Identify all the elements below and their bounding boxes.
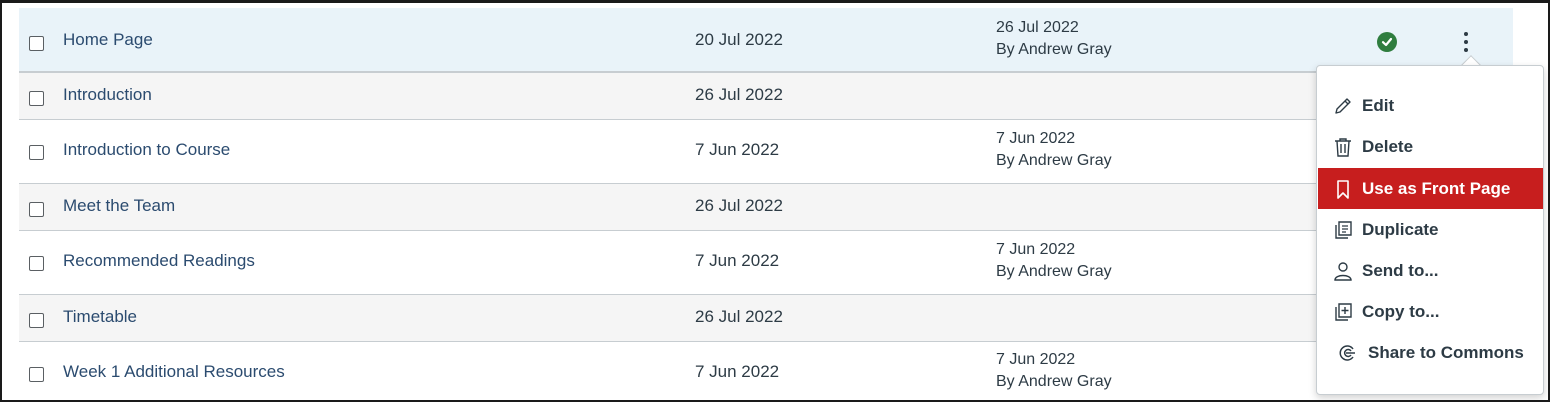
row-checkbox[interactable] bbox=[29, 256, 44, 271]
menu-item-delete[interactable]: Delete bbox=[1318, 126, 1543, 167]
edited-by: By Andrew Gray bbox=[996, 41, 1112, 58]
pencil-icon bbox=[1332, 95, 1354, 117]
edited-by: By Andrew Gray bbox=[996, 152, 1112, 169]
row-checkbox[interactable] bbox=[29, 91, 44, 106]
menu-item-label: Edit bbox=[1362, 96, 1395, 115]
menu-item-share-to-commons[interactable]: Share to Commons bbox=[1318, 332, 1543, 373]
user-icon bbox=[1332, 260, 1354, 282]
created-date: 7 Jun 2022 bbox=[695, 362, 780, 381]
row-checkbox[interactable] bbox=[29, 202, 44, 217]
edited-date: 26 Jul 2022 bbox=[996, 19, 1079, 36]
table-row[interactable]: Timetable 26 Jul 2022 bbox=[19, 295, 1513, 342]
edited-date: 7 Jun 2022 bbox=[996, 241, 1076, 258]
last-edited: 26 Jul 2022 By Andrew Gray bbox=[996, 17, 1112, 61]
row-checkbox[interactable] bbox=[29, 145, 44, 160]
published-check-icon[interactable] bbox=[1377, 32, 1397, 52]
duplicate-icon bbox=[1332, 219, 1354, 241]
edited-date: 7 Jun 2022 bbox=[996, 351, 1076, 368]
row-checkbox[interactable] bbox=[29, 313, 44, 328]
menu-item-label: Delete bbox=[1362, 137, 1414, 156]
created-date: 26 Jul 2022 bbox=[695, 85, 783, 104]
page-title-link[interactable]: Week 1 Additional Resources bbox=[63, 362, 285, 382]
created-date: 26 Jul 2022 bbox=[695, 196, 783, 215]
page-title-link[interactable]: Timetable bbox=[63, 307, 137, 327]
menu-item-label: Share to Commons bbox=[1368, 343, 1524, 362]
page-title-link[interactable]: Meet the Team bbox=[63, 196, 175, 216]
table-row[interactable]: Week 1 Additional Resources 7 Jun 2022 7… bbox=[19, 342, 1513, 400]
table-row[interactable]: Home Page 20 Jul 2022 26 Jul 2022 By And… bbox=[19, 8, 1513, 73]
copy-icon bbox=[1332, 301, 1354, 323]
menu-item-send-to[interactable]: Send to... bbox=[1318, 250, 1543, 291]
last-edited: 7 Jun 2022 By Andrew Gray bbox=[996, 349, 1112, 393]
page-options-menu: Edit Delete Use as Front Page Duplicate … bbox=[1316, 65, 1544, 395]
created-date: 7 Jun 2022 bbox=[695, 251, 780, 270]
menu-item-duplicate[interactable]: Duplicate bbox=[1318, 209, 1543, 250]
page-title-link[interactable]: Introduction bbox=[63, 85, 152, 105]
menu-item-edit[interactable]: Edit bbox=[1318, 85, 1543, 126]
row-checkbox[interactable] bbox=[29, 367, 44, 382]
created-date: 7 Jun 2022 bbox=[695, 140, 780, 159]
table-row[interactable]: Meet the Team 26 Jul 2022 bbox=[19, 184, 1513, 231]
menu-item-label: Send to... bbox=[1362, 261, 1439, 280]
page-title-link[interactable]: Home Page bbox=[63, 30, 153, 50]
created-date: 20 Jul 2022 bbox=[695, 30, 783, 49]
table-row[interactable]: Introduction 26 Jul 2022 bbox=[19, 73, 1513, 120]
menu-item-label: Copy to... bbox=[1362, 302, 1440, 321]
page-frame: Home Page 20 Jul 2022 26 Jul 2022 By And… bbox=[0, 0, 1550, 402]
created-date: 26 Jul 2022 bbox=[695, 307, 783, 326]
edited-date: 7 Jun 2022 bbox=[996, 130, 1076, 147]
commons-icon bbox=[1336, 342, 1358, 364]
menu-item-label: Use as Front Page bbox=[1362, 179, 1511, 198]
edited-by: By Andrew Gray bbox=[996, 373, 1112, 390]
trash-icon bbox=[1332, 136, 1354, 158]
last-edited: 7 Jun 2022 By Andrew Gray bbox=[996, 128, 1112, 172]
page-title-link[interactable]: Introduction to Course bbox=[63, 140, 230, 160]
bookmark-icon bbox=[1332, 178, 1354, 200]
menu-item-label: Duplicate bbox=[1362, 220, 1439, 239]
last-edited: 7 Jun 2022 By Andrew Gray bbox=[996, 239, 1112, 283]
table-row[interactable]: Introduction to Course 7 Jun 2022 7 Jun … bbox=[19, 120, 1513, 184]
kebab-menu-icon[interactable] bbox=[1463, 32, 1469, 54]
edited-by: By Andrew Gray bbox=[996, 263, 1112, 280]
menu-item-copy-to[interactable]: Copy to... bbox=[1318, 291, 1543, 332]
menu-item-use-as-front-page[interactable]: Use as Front Page bbox=[1318, 168, 1543, 209]
table-row[interactable]: Recommended Readings 7 Jun 2022 7 Jun 20… bbox=[19, 231, 1513, 295]
page-title-link[interactable]: Recommended Readings bbox=[63, 251, 255, 271]
row-checkbox[interactable] bbox=[29, 36, 44, 51]
